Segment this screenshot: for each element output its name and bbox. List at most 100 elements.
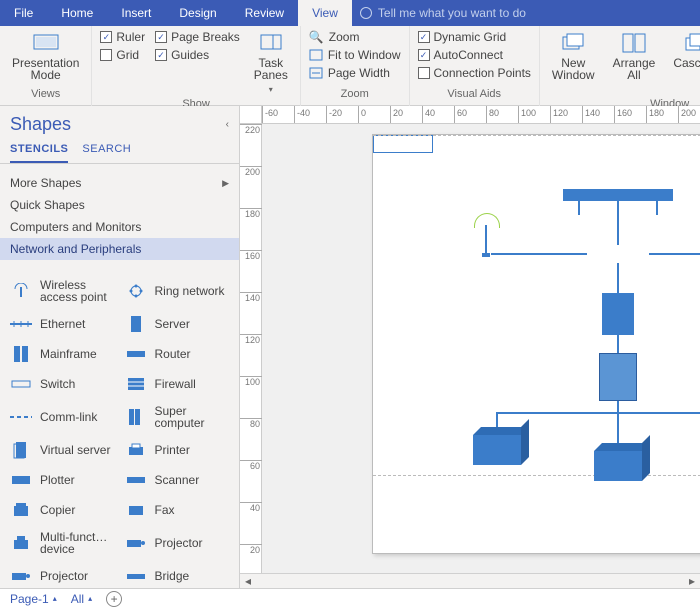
stencil-network[interactable]: Network and Peripherals xyxy=(0,238,239,260)
task-panes-button[interactable]: Task Panes▾ xyxy=(250,30,292,98)
connector[interactable] xyxy=(618,412,700,414)
shape-icon xyxy=(125,501,147,519)
ruler-tick: 220 xyxy=(240,124,262,135)
search-tab[interactable]: SEARCH xyxy=(82,143,131,163)
autoconnect-checkbox[interactable]: ✓AutoConnect xyxy=(418,48,531,62)
guide-line[interactable] xyxy=(373,135,700,136)
grid-checkbox[interactable]: Grid xyxy=(100,48,145,62)
chevron-up-icon: ▴ xyxy=(53,594,57,603)
zoom-button[interactable]: 🔍Zoom xyxy=(309,30,401,44)
storage-shape[interactable] xyxy=(594,451,642,481)
shape-ethernet[interactable]: Ethernet xyxy=(6,310,119,338)
tab-review[interactable]: Review xyxy=(231,0,298,26)
menu-tabs: File Home Insert Design Review View Tell… xyxy=(0,0,700,26)
shape-projector[interactable]: Projector xyxy=(121,526,234,560)
arrange-icon xyxy=(620,32,648,54)
guide-line[interactable] xyxy=(373,475,700,476)
tab-home[interactable]: Home xyxy=(47,0,107,26)
cascade-icon xyxy=(683,32,700,54)
tab-insert[interactable]: Insert xyxy=(107,0,165,26)
all-pages[interactable]: All▴ xyxy=(71,592,92,606)
drawing-canvas[interactable] xyxy=(262,124,700,573)
arrange-all-button[interactable]: Arrange All xyxy=(609,30,660,83)
pagebreaks-checkbox[interactable]: ✓Page Breaks xyxy=(155,30,240,44)
shape-plotter[interactable]: Plotter xyxy=(6,466,119,494)
shape-switch[interactable]: Switch xyxy=(6,370,119,398)
shape-firewall[interactable]: Firewall xyxy=(121,370,234,398)
ruler-tick: 100 xyxy=(240,376,262,387)
fit-window-button[interactable]: Fit to Window xyxy=(309,48,401,62)
tab-view[interactable]: View xyxy=(298,0,352,26)
shape-fax[interactable]: Fax xyxy=(121,496,234,524)
ruler-tick: 160 xyxy=(240,250,262,261)
connector[interactable] xyxy=(491,253,587,255)
shape-copier[interactable]: Copier xyxy=(6,496,119,524)
shape-label: Bridge xyxy=(155,570,190,582)
connector[interactable] xyxy=(617,263,619,293)
stencil-quick-shapes[interactable]: Quick Shapes xyxy=(0,194,239,216)
ruler-tick: 20 xyxy=(240,544,262,555)
fit-label: Fit to Window xyxy=(328,48,401,62)
shape-icon xyxy=(10,471,32,489)
shape-printer[interactable]: Printer xyxy=(121,436,234,464)
ruler-tick: 60 xyxy=(240,460,262,471)
presentation-icon xyxy=(32,32,60,54)
horizontal-scrollbar[interactable]: ◂ ▸ xyxy=(240,573,700,588)
chevron-right-icon: ▶ xyxy=(222,178,229,189)
connection-points-checkbox[interactable]: Connection Points xyxy=(418,66,531,80)
shape-comm-link[interactable]: Comm-link xyxy=(6,400,119,434)
server-shape[interactable] xyxy=(602,293,634,335)
wireless-shape[interactable] xyxy=(485,225,487,255)
connector[interactable] xyxy=(656,201,658,215)
guides-checkbox[interactable]: ✓Guides xyxy=(155,48,240,62)
connector[interactable] xyxy=(649,253,700,255)
connector[interactable] xyxy=(578,201,580,215)
connector[interactable] xyxy=(496,412,618,414)
shape-label: Virtual server xyxy=(40,444,110,456)
shape-virtual-server[interactable]: Virtual server xyxy=(6,436,119,464)
add-page-button[interactable]: + xyxy=(106,591,122,607)
shape-icon xyxy=(10,282,32,300)
shape-super-computer[interactable]: Super computer xyxy=(121,400,234,434)
connector[interactable] xyxy=(617,335,619,353)
shape-router[interactable]: Router xyxy=(121,340,234,368)
vertical-ruler[interactable]: 22020018016014012010080604020 xyxy=(240,124,262,573)
shape-server[interactable]: Server xyxy=(121,310,234,338)
scroll-right-button[interactable]: ▸ xyxy=(684,574,700,588)
page-selector[interactable]: Page-1▴ xyxy=(10,592,57,606)
cascade-button[interactable]: Cascade xyxy=(669,30,700,71)
ribbon: Presentation Mode Views ✓Ruler Grid ✓Pag… xyxy=(0,26,700,106)
stencils-tab[interactable]: STENCILS xyxy=(10,143,68,163)
mainframe-shape[interactable] xyxy=(599,353,637,401)
presentation-mode-button[interactable]: Presentation Mode xyxy=(8,30,83,83)
shape-ring-network[interactable]: Ring network xyxy=(121,274,234,308)
ruler-tick: 80 xyxy=(486,106,499,124)
pagewidth-icon xyxy=(309,67,323,79)
shape-multi-funct-device[interactable]: Multi-funct… device xyxy=(6,526,119,560)
tell-me-search[interactable]: Tell me what you want to do xyxy=(360,6,526,20)
dynamic-grid-checkbox[interactable]: ✓Dynamic Grid xyxy=(418,30,531,44)
stencil-more-shapes[interactable]: More Shapes▶ xyxy=(0,172,239,194)
shape-scanner[interactable]: Scanner xyxy=(121,466,234,494)
shape-label: Server xyxy=(155,318,190,330)
connector[interactable] xyxy=(617,201,619,245)
tab-file[interactable]: File xyxy=(0,0,47,26)
storage-shape[interactable] xyxy=(473,435,521,465)
new-window-button[interactable]: New Window xyxy=(548,30,599,83)
shape-wireless-access-point[interactable]: Wireless access point xyxy=(6,274,119,308)
shape-icon xyxy=(10,441,32,459)
hub-shape[interactable] xyxy=(563,189,673,201)
newwindow-icon xyxy=(559,32,587,54)
page-width-button[interactable]: Page Width xyxy=(309,66,401,80)
ruler-checkbox[interactable]: ✓Ruler xyxy=(100,30,145,44)
scroll-left-button[interactable]: ◂ xyxy=(240,574,256,588)
shape-bridge[interactable]: Bridge xyxy=(121,562,234,588)
shape-mainframe[interactable]: Mainframe xyxy=(6,340,119,368)
shape-projector[interactable]: Projector xyxy=(6,562,119,588)
tab-design[interactable]: Design xyxy=(165,0,230,26)
stencil-computers[interactable]: Computers and Monitors xyxy=(0,216,239,238)
connection-label: Connection Points xyxy=(434,66,531,80)
collapse-button[interactable]: ‹ xyxy=(226,119,229,130)
router-shape[interactable] xyxy=(373,135,433,153)
horizontal-ruler[interactable]: -60-40-20020406080100120140160180200 xyxy=(262,106,700,124)
